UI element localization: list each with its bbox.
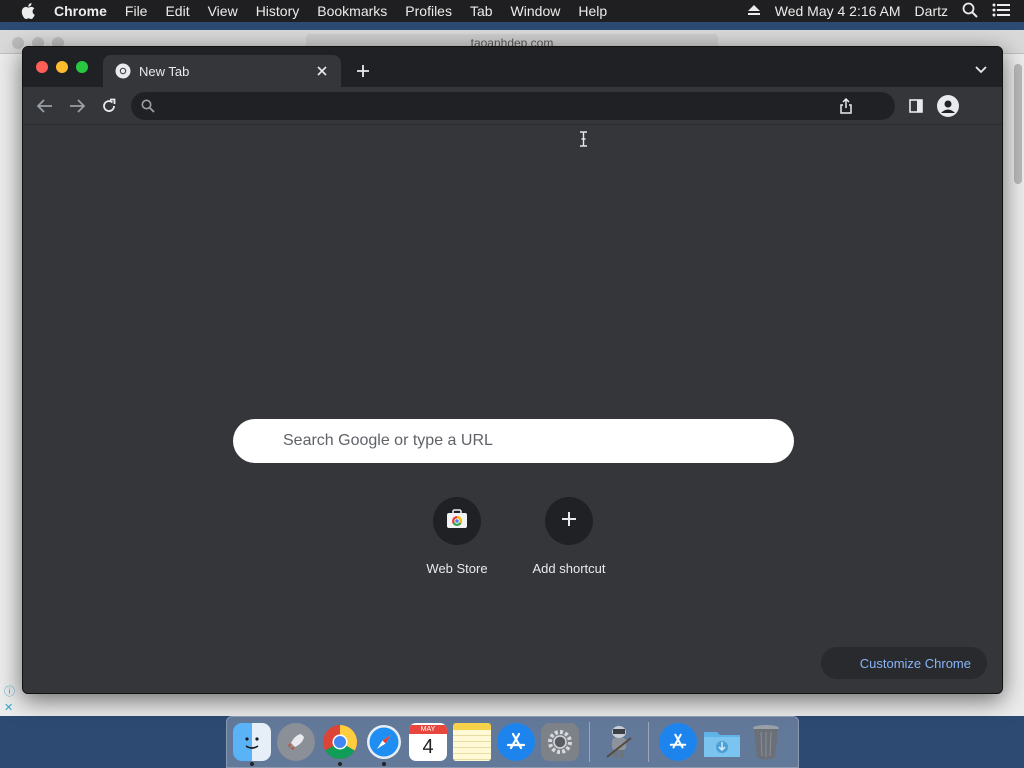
shortcut-label: Add shortcut xyxy=(532,561,606,576)
apple-menu-icon[interactable] xyxy=(18,0,38,22)
menu-bar: Chrome File Edit View History Bookmarks … xyxy=(0,0,1024,22)
shortcut-label: Web Store xyxy=(426,561,488,576)
menu-help[interactable]: Help xyxy=(578,3,607,19)
zoom-window-button[interactable] xyxy=(76,61,88,73)
omnibox-input[interactable] xyxy=(165,96,805,116)
dock-separator xyxy=(648,722,649,762)
chrome-window: New Tab Search Google or type a URL Web … xyxy=(22,46,1003,694)
calendar-icon[interactable]: MAY 4 xyxy=(409,723,447,761)
notification-center-icon[interactable] xyxy=(992,3,1010,20)
launchpad-rocket-icon[interactable] xyxy=(277,723,315,761)
side-panel-icon[interactable] xyxy=(905,95,927,117)
menu-tab[interactable]: Tab xyxy=(470,3,493,19)
new-tab-page: Web Store Add shortcut Customize Chrome xyxy=(23,125,1002,693)
trash-icon[interactable] xyxy=(747,723,785,761)
close-window-button[interactable] xyxy=(36,61,48,73)
text-cursor-icon xyxy=(579,131,588,152)
google-search-box[interactable] xyxy=(233,419,794,463)
menu-edit[interactable]: Edit xyxy=(165,3,189,19)
app-store-icon[interactable] xyxy=(497,723,535,761)
background-scrollbar[interactable] xyxy=(1014,64,1022,184)
dock: MAY 4 xyxy=(226,716,799,768)
reload-icon[interactable] xyxy=(98,95,120,117)
minimize-window-button[interactable] xyxy=(56,61,68,73)
menu-window[interactable]: Window xyxy=(511,3,561,19)
shortcut-tile[interactable] xyxy=(433,497,481,545)
user-name[interactable]: Dartz xyxy=(915,3,948,19)
chrome-favicon-icon xyxy=(115,63,131,79)
running-indicator xyxy=(338,762,342,766)
omnibox-search-icon xyxy=(141,99,155,118)
finder-icon[interactable] xyxy=(233,723,271,766)
menu-view[interactable]: View xyxy=(208,3,238,19)
notes-icon[interactable] xyxy=(453,723,491,761)
ad-choices-icon[interactable]: ⓘ ✕ xyxy=(4,684,15,716)
menu-bookmarks[interactable]: Bookmarks xyxy=(317,3,387,19)
shortcut-add[interactable]: Add shortcut xyxy=(513,497,625,576)
new-tab-plus-icon[interactable] xyxy=(351,59,375,83)
plus-icon xyxy=(561,511,577,532)
customize-chrome-button[interactable]: Customize Chrome xyxy=(821,647,987,679)
tab-strip: New Tab xyxy=(23,47,1002,87)
browser-toolbar xyxy=(23,87,1002,125)
menu-history[interactable]: History xyxy=(256,3,300,19)
tab-search-chevron-down-icon[interactable] xyxy=(972,61,990,79)
tab-title: New Tab xyxy=(139,63,190,79)
safari-icon[interactable] xyxy=(365,723,403,766)
calendar-month: MAY xyxy=(409,724,447,734)
profile-avatar-icon[interactable] xyxy=(937,95,959,117)
ntp-search-input[interactable] xyxy=(283,432,763,450)
spotlight-search-icon[interactable] xyxy=(962,2,978,21)
close-tab-icon[interactable] xyxy=(313,62,331,80)
chrome-app-icon[interactable] xyxy=(321,723,359,766)
shortcut-tile[interactable] xyxy=(545,497,593,545)
running-indicator xyxy=(250,762,254,766)
running-indicator xyxy=(382,762,386,766)
downloads-folder-icon[interactable] xyxy=(703,723,741,761)
system-preferences-gear-icon[interactable] xyxy=(541,723,579,761)
back-arrow-icon[interactable] xyxy=(34,95,56,117)
menu-profiles[interactable]: Profiles xyxy=(405,3,452,19)
window-controls xyxy=(36,61,88,73)
menu-file[interactable]: File xyxy=(125,3,148,19)
menu-bar-status: Wed May 4 2:16 AM Dartz xyxy=(747,0,1024,22)
eject-icon[interactable] xyxy=(747,3,761,19)
menu-app-name[interactable]: Chrome xyxy=(54,3,107,19)
applications-folder-icon[interactable] xyxy=(659,723,697,761)
forward-arrow-icon[interactable] xyxy=(66,95,88,117)
tab-new-tab[interactable]: New Tab xyxy=(103,55,341,87)
share-icon[interactable] xyxy=(839,97,853,119)
web-store-icon xyxy=(446,508,468,534)
calendar-day: 4 xyxy=(422,735,434,758)
dock-separator xyxy=(589,722,590,762)
address-bar[interactable] xyxy=(131,92,895,120)
automator-robot-icon[interactable] xyxy=(600,723,638,761)
clock[interactable]: Wed May 4 2:16 AM xyxy=(775,3,901,19)
shortcut-web-store[interactable]: Web Store xyxy=(401,497,513,576)
